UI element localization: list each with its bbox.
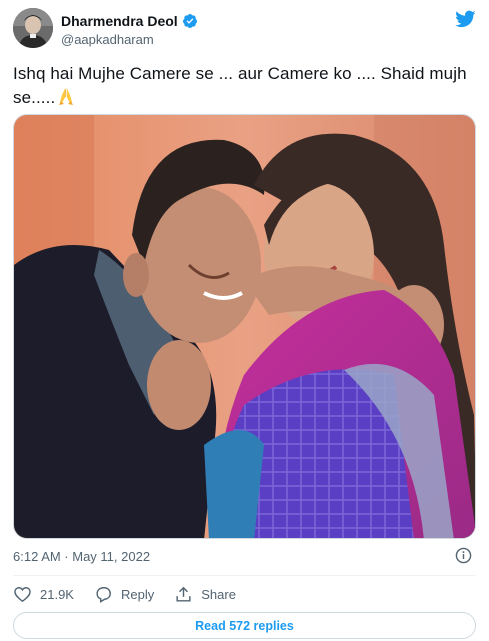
share-label: Share bbox=[201, 586, 236, 602]
reply-button[interactable]: Reply bbox=[94, 585, 154, 604]
author-names: Dharmendra Deol @aapkadharam bbox=[61, 12, 198, 47]
display-name-row: Dharmendra Deol bbox=[61, 12, 198, 30]
tweet-text: Ishq hai Mujhe Camere se ... aur Camere … bbox=[13, 62, 475, 113]
share-button[interactable]: Share bbox=[174, 585, 236, 604]
author-handle[interactable]: @aapkadharam bbox=[61, 32, 198, 47]
twitter-bird-icon[interactable] bbox=[454, 10, 476, 28]
folded-hands-icon bbox=[56, 86, 76, 113]
display-name[interactable]: Dharmendra Deol bbox=[61, 13, 178, 29]
info-icon[interactable] bbox=[455, 547, 472, 564]
tweet-header: Dharmendra Deol @aapkadharam bbox=[13, 8, 476, 50]
avatar[interactable] bbox=[13, 8, 53, 48]
reply-label: Reply bbox=[120, 586, 155, 602]
tweet-timestamp[interactable]: 6:12 AM · May 11, 2022 bbox=[13, 549, 150, 564]
reply-icon bbox=[96, 586, 111, 603]
divider bbox=[13, 575, 476, 576]
tweet-photo[interactable] bbox=[13, 114, 476, 539]
like-count: 21.9K bbox=[40, 586, 74, 602]
tweet-text-body: Ishq hai Mujhe Camere se ... aur Camere … bbox=[13, 64, 467, 107]
like-button[interactable]: 21.9K bbox=[13, 585, 74, 604]
heart-icon bbox=[14, 586, 31, 602]
share-icon bbox=[176, 586, 191, 602]
tweet-card: Dharmendra Deol @aapkadharam Ishq hai Mu… bbox=[0, 0, 489, 641]
action-bar: 21.9K Reply Share bbox=[13, 584, 256, 604]
verified-badge-icon bbox=[182, 13, 198, 29]
read-replies-button[interactable]: Read 572 replies bbox=[13, 612, 476, 639]
